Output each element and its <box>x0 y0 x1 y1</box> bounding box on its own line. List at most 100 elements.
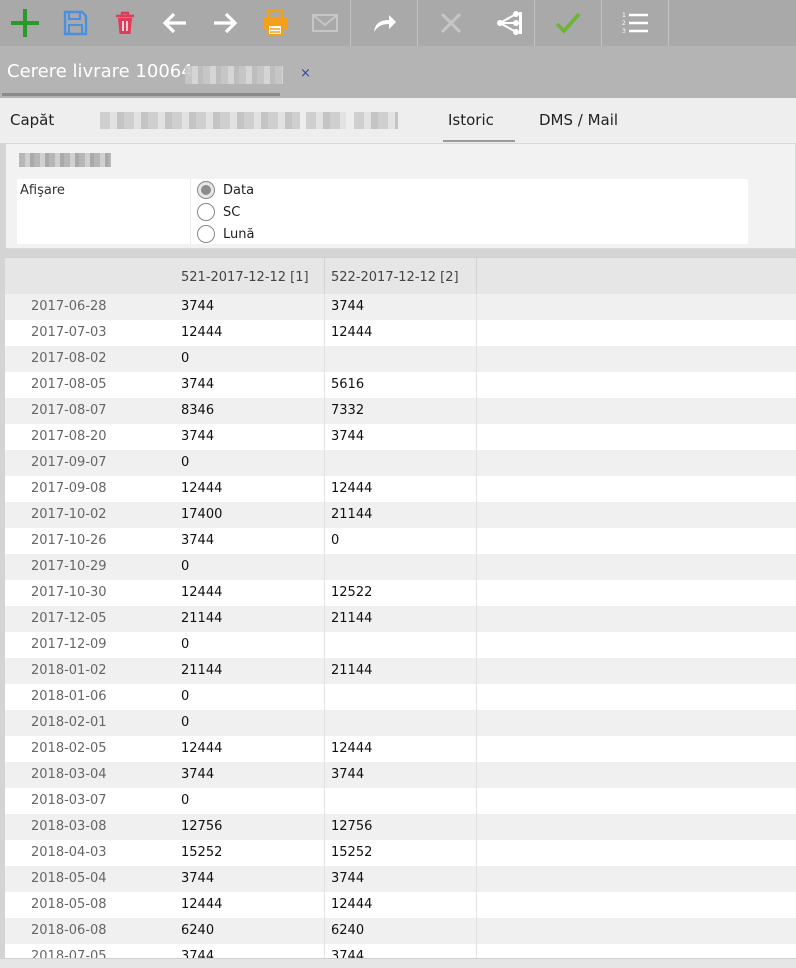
document-tab-title: Cerere livrare 10064 <box>7 61 193 82</box>
cell-date: 2017-09-08 <box>31 481 107 496</box>
table-row[interactable]: 2018-01-06 0 <box>5 684 796 710</box>
cell-value-1: 0 <box>175 450 325 476</box>
cell-value-1: 3744 <box>175 294 325 320</box>
table-row[interactable]: 2018-02-05 12444 12444 <box>5 736 796 762</box>
radio-button[interactable] <box>197 203 215 221</box>
table-row[interactable]: 2017-12-09 0 <box>5 632 796 658</box>
grid-header: 521-2017-12-12 [1] 522-2017-12-12 [2] <box>5 258 796 294</box>
grid-scrollbar-track[interactable] <box>0 958 796 968</box>
cell-date: 2017-08-20 <box>31 429 107 444</box>
cell-date: 2018-04-03 <box>31 845 107 860</box>
redacted-text <box>354 112 398 129</box>
active-tab-indicator <box>2 93 280 96</box>
tab-capat[interactable]: Capăt <box>10 111 54 129</box>
table-row[interactable]: 2017-09-08 12444 12444 <box>5 476 796 502</box>
column-header-label: 521-2017-12-12 [1] <box>181 270 309 285</box>
radio-option-sc[interactable]: SC <box>197 202 240 222</box>
cell-date: 2017-08-02 <box>31 351 107 366</box>
table-row[interactable]: 2018-03-07 0 <box>5 788 796 814</box>
cell-date: 2017-08-07 <box>31 403 107 418</box>
column-header-2[interactable]: 522-2017-12-12 [2] <box>325 258 477 294</box>
table-row[interactable]: 2017-10-26 3744 0 <box>5 528 796 554</box>
cell-date: 2018-03-08 <box>31 819 107 834</box>
column-header-date[interactable] <box>5 258 175 294</box>
cell-value-2 <box>325 346 477 372</box>
checkmark-icon <box>555 12 581 34</box>
forward-share-button[interactable] <box>351 0 417 46</box>
add-button[interactable] <box>0 0 50 46</box>
display-mode-box: Afişare Data SC Lună <box>17 179 748 244</box>
table-row[interactable]: 2017-10-02 17400 21144 <box>5 502 796 528</box>
cell-value-2: 12522 <box>325 580 477 606</box>
cell-value-2 <box>325 710 477 736</box>
cell-value-1: 3744 <box>175 762 325 788</box>
cell-value-1: 3744 <box>175 528 325 554</box>
radio-button[interactable] <box>197 225 215 243</box>
cell-date: 2018-06-08 <box>31 923 107 938</box>
table-row[interactable]: 2017-08-07 8346 7332 <box>5 398 796 424</box>
toolbar-group-workflow <box>418 0 535 46</box>
column-header-label: 522-2017-12-12 [2] <box>331 270 459 285</box>
radio-button-checked[interactable] <box>197 181 215 199</box>
email-button[interactable] <box>300 0 350 46</box>
table-row[interactable]: 2018-03-08 12756 12756 <box>5 814 796 840</box>
toolbar-group-forward <box>351 0 418 46</box>
cell-date: 2018-02-05 <box>31 741 107 756</box>
cell-value-2: 6240 <box>325 918 477 944</box>
cell-value-1: 12444 <box>175 736 325 762</box>
cell-value-2: 12444 <box>325 320 477 346</box>
table-row[interactable]: 2018-04-03 15252 15252 <box>5 840 796 866</box>
delete-button[interactable] <box>100 0 150 46</box>
radio-option-data[interactable]: Data <box>197 180 254 200</box>
cell-date: 2018-02-01 <box>31 715 107 730</box>
table-row[interactable]: 2017-06-28 3744 3744 <box>5 294 796 320</box>
table-row[interactable]: 2018-06-08 6240 6240 <box>5 918 796 944</box>
cell-value-1: 0 <box>175 346 325 372</box>
svg-text:2: 2 <box>622 20 626 27</box>
table-row[interactable]: 2018-02-01 0 <box>5 710 796 736</box>
forward-button[interactable] <box>200 0 250 46</box>
tab-istoric[interactable]: Istoric <box>443 98 515 142</box>
cell-value-1: 0 <box>175 554 325 580</box>
back-button[interactable] <box>150 0 200 46</box>
cell-value-1: 0 <box>175 788 325 814</box>
cell-value-2: 21144 <box>325 606 477 632</box>
confirm-button[interactable] <box>535 0 601 46</box>
cell-date: 2017-10-29 <box>31 559 107 574</box>
radio-option-luna[interactable]: Lună <box>197 224 254 244</box>
table-row[interactable]: 2018-05-08 12444 12444 <box>5 892 796 918</box>
table-row[interactable]: 2018-05-04 3744 3744 <box>5 866 796 892</box>
table-row[interactable]: 2017-10-30 12444 12522 <box>5 580 796 606</box>
cell-value-1: 3744 <box>175 866 325 892</box>
list-button[interactable]: 123 <box>602 0 668 46</box>
table-row[interactable]: 2018-01-02 21144 21144 <box>5 658 796 684</box>
table-row[interactable]: 2017-09-07 0 <box>5 450 796 476</box>
column-header-1[interactable]: 521-2017-12-12 [1] <box>175 258 325 294</box>
cell-value-2 <box>325 450 477 476</box>
cell-value-2: 3744 <box>325 762 477 788</box>
print-button[interactable] <box>250 0 300 46</box>
floppy-disk-icon <box>63 10 88 36</box>
table-row[interactable]: 2017-08-05 3744 5616 <box>5 372 796 398</box>
grid-rows: 2017-06-28 3744 3744 2017-07-03 12444 12444 20… <box>5 294 796 968</box>
display-mode-label: Afişare <box>20 183 65 198</box>
document-tab[interactable]: Cerere livrare 10064 × <box>0 46 322 98</box>
table-row[interactable]: 2017-12-05 21144 21144 <box>5 606 796 632</box>
tab-dms-mail[interactable]: DMS / Mail <box>539 111 618 129</box>
arrow-right-icon <box>214 12 238 34</box>
cell-value-2 <box>325 554 477 580</box>
tab-close-icon[interactable]: × <box>300 66 311 81</box>
cell-value-1: 12444 <box>175 320 325 346</box>
svg-text:3: 3 <box>622 28 626 35</box>
table-row[interactable]: 2017-07-03 12444 12444 <box>5 320 796 346</box>
save-button[interactable] <box>50 0 100 46</box>
table-row[interactable]: 2017-08-02 0 <box>5 346 796 372</box>
table-row[interactable]: 2017-08-20 3744 3744 <box>5 424 796 450</box>
trash-icon <box>116 11 134 34</box>
hierarchy-button[interactable] <box>484 0 534 46</box>
table-row[interactable]: 2018-03-04 3744 3744 <box>5 762 796 788</box>
close-x-icon <box>440 12 462 34</box>
table-row[interactable]: 2017-10-29 0 <box>5 554 796 580</box>
cancel-button[interactable] <box>418 0 484 46</box>
toolbar: 123 <box>0 0 796 46</box>
